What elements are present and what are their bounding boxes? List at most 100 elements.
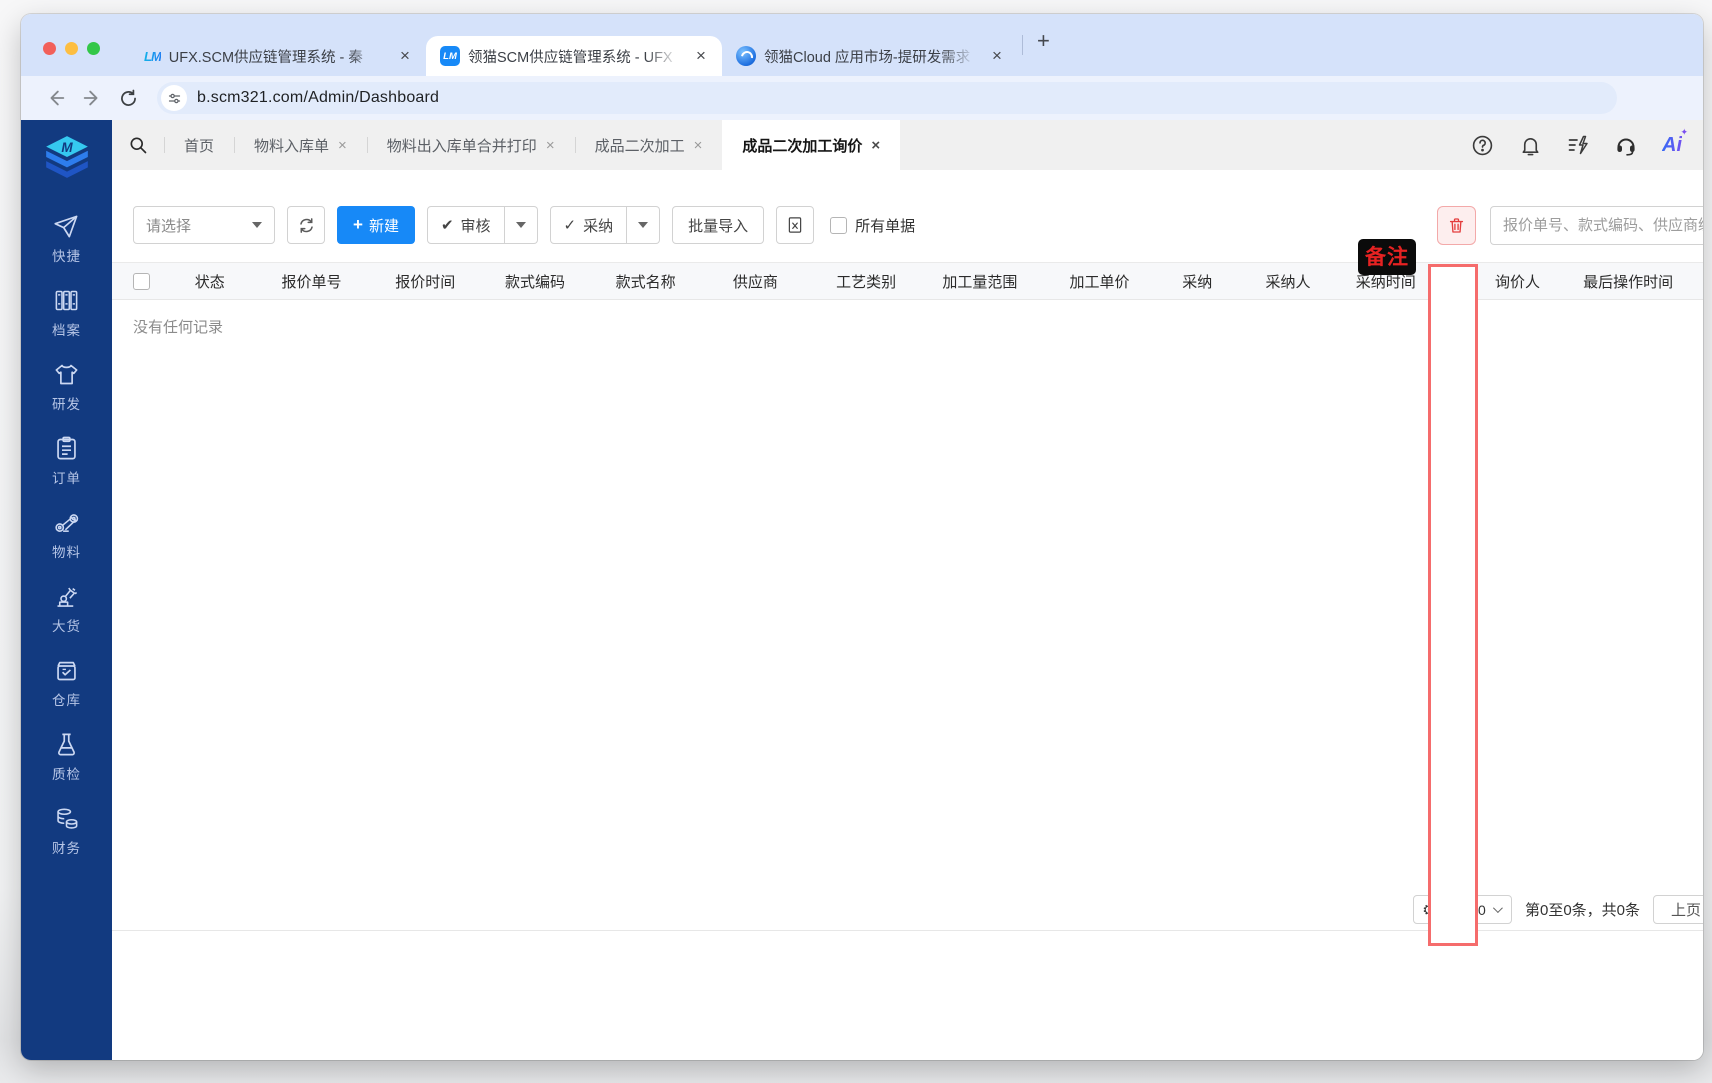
lm-square-favicon: LM <box>440 46 460 66</box>
refresh-button[interactable] <box>287 206 325 244</box>
column-header[interactable]: 采纳 <box>1156 271 1238 292</box>
app-tab-close-icon[interactable]: × <box>338 137 347 154</box>
checkbox-icon[interactable] <box>830 216 848 234</box>
sidebar-item-orders[interactable]: 订单 <box>21 424 112 498</box>
new-tab-button[interactable]: + <box>1037 30 1050 52</box>
app-tab-secondary-processing[interactable]: 成品二次加工 × <box>574 120 723 170</box>
tab-separator <box>1022 35 1023 55</box>
sidebar-label: 订单 <box>52 471 81 486</box>
tab-close-icon[interactable]: × <box>396 47 414 65</box>
fabric-rolls-icon <box>55 514 79 532</box>
forward-button[interactable] <box>77 83 107 113</box>
chevron-down-icon <box>638 222 649 228</box>
batch-import-button[interactable]: 批量导入 <box>672 206 765 244</box>
browser-tab-title: UFX.SCM供应链管理系统 - 秦 <box>168 49 363 66</box>
close-window-button[interactable] <box>43 41 56 55</box>
zoom-window-button[interactable] <box>87 41 100 55</box>
sidebar-label: 大货 <box>52 619 81 634</box>
quick-actions-icon[interactable] <box>1566 133 1590 157</box>
column-header[interactable]: 询价人 <box>1482 271 1554 292</box>
all-documents-checkbox-group[interactable]: 所有单据 <box>830 215 915 236</box>
adopt-button[interactable]: ✓ 采纳 <box>549 206 628 244</box>
column-header[interactable]: 加工单价 <box>1043 271 1157 292</box>
browser-tab-title: 领猫SCM供应链管理系统 - UFX <box>468 49 673 66</box>
audit-button-label: 审核 <box>460 217 491 235</box>
app-search-button[interactable] <box>112 120 164 170</box>
back-button[interactable] <box>41 83 71 113</box>
previous-page-label: 上页 <box>1671 902 1702 919</box>
browser-tab-1[interactable]: LM UFX.SCM供应链管理系统 - 秦 × <box>130 36 426 76</box>
export-excel-button[interactable] <box>776 206 815 244</box>
cloud-swirl-favicon <box>736 46 756 66</box>
tab-close-icon[interactable]: × <box>988 47 1006 65</box>
app-tab-close-icon[interactable]: × <box>871 137 880 154</box>
select-all-checkbox[interactable] <box>133 272 150 290</box>
app-tab-processing-inquiry-active[interactable]: 成品二次加工询价 × <box>722 120 901 170</box>
column-header[interactable]: 供应商 <box>696 271 816 292</box>
app-tab-home[interactable]: 首页 <box>164 120 234 170</box>
status-filter-select[interactable]: 请选择 <box>133 206 275 244</box>
trash-icon <box>1449 218 1464 233</box>
batch-import-label: 批量导入 <box>688 217 749 235</box>
sidebar-item-qc[interactable]: 质检 <box>21 720 112 794</box>
column-header[interactable]: 款式编码 <box>474 271 596 292</box>
browser-tab-2-active[interactable]: LM 领猫SCM供应链管理系统 - UFX × <box>426 36 722 76</box>
keyword-search-input[interactable] <box>1490 206 1703 245</box>
sidebar-item-bulk[interactable]: 大货 <box>21 572 112 646</box>
app-tab-label: 成品二次加工 <box>594 137 685 155</box>
address-bar[interactable]: b.scm321.com/Admin/Dashboard <box>157 82 1617 114</box>
sidebar-item-archives[interactable]: 档案 <box>21 276 112 350</box>
adopt-dropdown-button[interactable] <box>627 206 661 244</box>
site-settings-icon[interactable] <box>161 85 187 111</box>
adopt-button-label: 采纳 <box>583 217 614 235</box>
app-tab-label: 物料出入库单合并打印 <box>386 137 537 155</box>
column-header[interactable]: 报价单号 <box>247 271 377 292</box>
chevron-down-icon <box>515 222 526 228</box>
sidebar-item-rnd[interactable]: 研发 <box>21 350 112 424</box>
column-header[interactable]: 状态 <box>173 271 247 292</box>
column-header[interactable]: 报价时间 <box>376 271 474 292</box>
column-header[interactable]: 加工量范围 <box>917 271 1043 292</box>
column-header[interactable]: 款式名称 <box>596 271 696 292</box>
box-check-icon <box>57 661 76 681</box>
app-tab-merge-print[interactable]: 物料出入库单合并打印 × <box>366 120 575 170</box>
reload-button[interactable] <box>113 83 143 113</box>
sidebar-label: 研发 <box>52 397 81 412</box>
help-icon[interactable] <box>1470 133 1494 157</box>
plus-icon: + <box>353 215 363 234</box>
audit-dropdown-button[interactable] <box>504 206 538 244</box>
app-tab-close-icon[interactable]: × <box>694 137 703 154</box>
audit-button[interactable]: ✔ 审核 <box>426 206 505 244</box>
sidebar-item-warehouse[interactable]: 仓库 <box>21 646 112 720</box>
browser-tab-3[interactable]: 领猫Cloud 应用市场-提研发需求 × <box>722 36 1018 76</box>
app-tab-label: 成品二次加工询价 <box>742 137 863 155</box>
paper-plane-icon <box>54 215 78 238</box>
tab-close-icon[interactable]: × <box>692 47 710 65</box>
sidebar-label: 物料 <box>52 545 81 560</box>
app-tab-label: 物料入库单 <box>254 137 330 155</box>
app-tab-material-inbound[interactable]: 物料入库单 × <box>234 120 367 170</box>
adopt-split-button: ✓ 采纳 <box>549 206 661 244</box>
minimize-window-button[interactable] <box>65 41 78 55</box>
sidebar-item-quick[interactable]: 快捷 <box>21 202 112 276</box>
ai-assistant-icon[interactable]: Ai <box>1662 127 1688 157</box>
flask-icon <box>58 733 75 756</box>
coins-icon <box>57 808 78 829</box>
delete-button[interactable] <box>1437 206 1476 245</box>
sidebar-label: 财务 <box>52 841 81 856</box>
headset-support-icon[interactable] <box>1614 133 1638 157</box>
chevron-down-icon <box>1492 903 1503 914</box>
new-button[interactable]: + 新建 <box>337 206 415 244</box>
all-documents-label: 所有单据 <box>855 217 916 235</box>
sidebar-item-materials[interactable]: 物料 <box>21 498 112 572</box>
app-tab-close-icon[interactable]: × <box>546 137 555 154</box>
column-header[interactable]: 工艺类别 <box>815 271 917 292</box>
column-header[interactable]: 采纳人 <box>1238 271 1338 292</box>
sidebar-item-finance[interactable]: 财务 <box>21 794 112 868</box>
machine-arm-icon <box>57 587 78 607</box>
app-sidebar: M 快捷 档案 研发 订单 物料 大货 仓库 质检 财务 <box>21 120 112 1060</box>
notifications-bell-icon[interactable] <box>1518 133 1542 157</box>
previous-page-button[interactable]: 上页 <box>1653 895 1703 924</box>
column-header[interactable]: 最后操作时间 <box>1553 271 1703 292</box>
url-text[interactable]: b.scm321.com/Admin/Dashboard <box>197 89 439 107</box>
